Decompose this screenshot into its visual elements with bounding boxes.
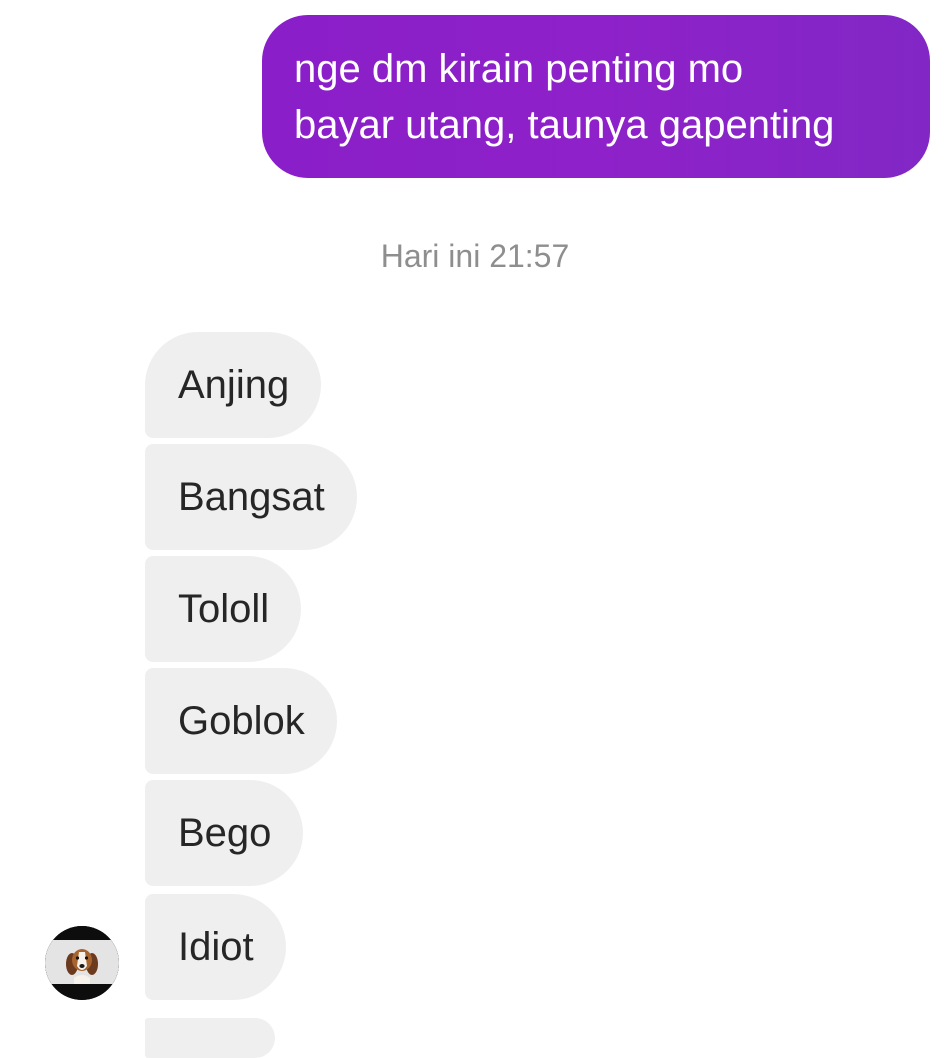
received-message-bubble[interactable]: Tololl — [145, 556, 302, 662]
message-timestamp: Hari ini 21:57 — [380, 238, 570, 274]
sender-avatar[interactable] — [45, 926, 119, 1000]
sent-message-line: bayar utang, taunya gapenting — [294, 103, 835, 147]
beagle-dog-avatar-icon — [45, 926, 119, 1000]
received-message-bubble[interactable]: Idiot — [145, 894, 286, 1000]
received-message-text: Bego — [178, 811, 272, 855]
received-message-bubble[interactable]: Goblok — [145, 668, 337, 774]
received-message-text: Bangsat — [178, 475, 325, 519]
received-message-bubble[interactable]: Bangsat — [145, 444, 357, 550]
sent-message-bubble[interactable]: nge dm kirain penting mo bayar utang, ta… — [262, 15, 930, 178]
received-message-text: Goblok — [178, 699, 305, 743]
received-message-text: Anjing — [178, 363, 290, 407]
received-message-text: Tololl — [178, 587, 270, 631]
received-message-bubble-partial[interactable] — [145, 1018, 275, 1058]
received-message-bubble[interactable]: Anjing — [145, 332, 322, 438]
chat-thread: nge dm kirain penting mo bayar utang, ta… — [0, 0, 950, 1058]
sent-message-line: nge dm kirain penting mo — [294, 47, 744, 91]
received-message-bubble[interactable]: Bego — [145, 780, 304, 886]
received-message-text: Idiot — [178, 925, 254, 969]
